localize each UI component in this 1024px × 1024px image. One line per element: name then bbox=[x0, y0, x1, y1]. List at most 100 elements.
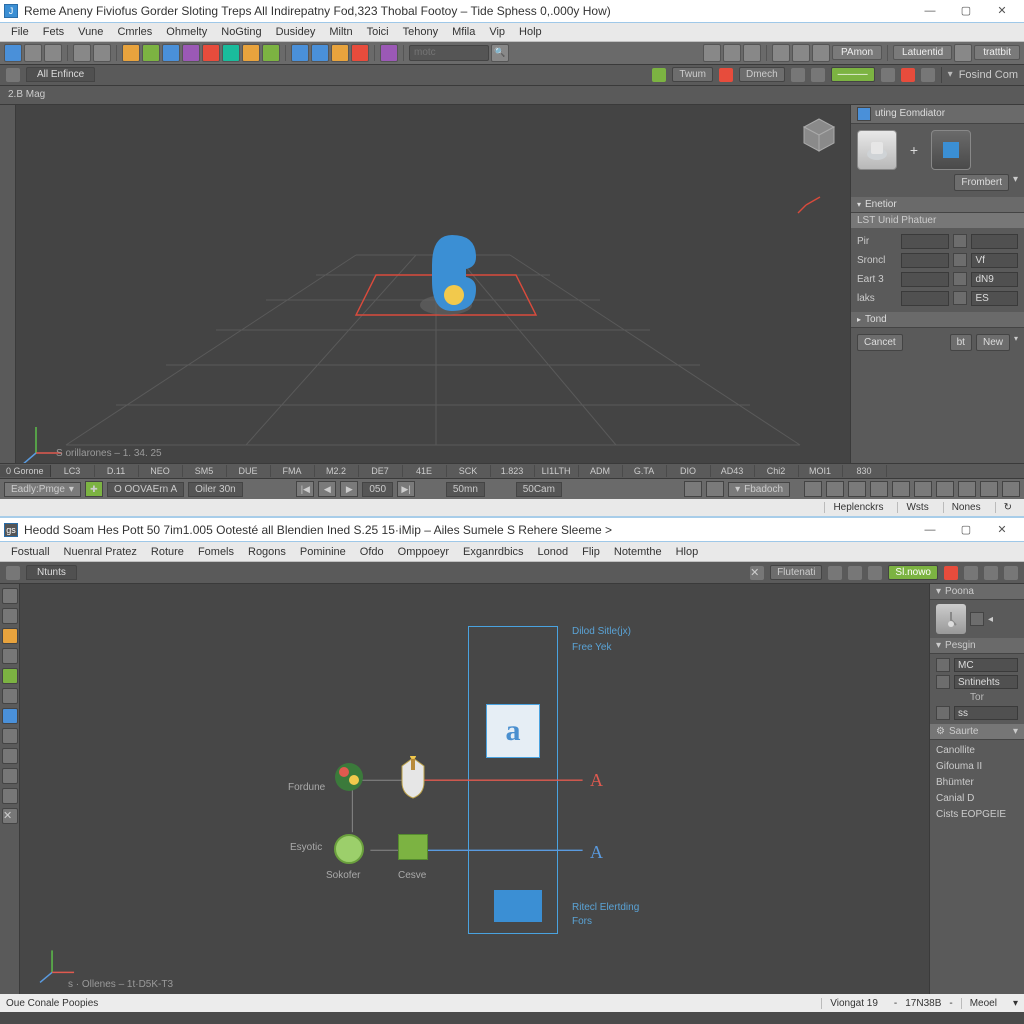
status-segment[interactable]: Heplenckrs bbox=[824, 502, 891, 513]
panel-header[interactable]: ⚙Saurte▾ bbox=[930, 724, 1024, 740]
layout-icon[interactable] bbox=[914, 481, 932, 497]
tool-icon[interactable] bbox=[380, 44, 398, 62]
text-field[interactable] bbox=[901, 291, 949, 306]
menu-item[interactable]: Fets bbox=[36, 24, 71, 40]
shelf-icon[interactable] bbox=[964, 566, 978, 580]
menu-item[interactable]: Pominine bbox=[293, 544, 353, 560]
node[interactable]: a bbox=[486, 704, 540, 758]
tool-icon[interactable] bbox=[812, 44, 830, 62]
list-item[interactable]: Cists EOPGEIE bbox=[936, 808, 1018, 821]
chevron-down-icon[interactable]: ▾ bbox=[1013, 998, 1018, 1009]
tool-icon[interactable] bbox=[4, 44, 22, 62]
option-icon[interactable] bbox=[970, 612, 984, 626]
layout-icon[interactable] bbox=[848, 481, 866, 497]
list-item[interactable]: Canial D bbox=[936, 792, 1018, 805]
shelf-icon[interactable] bbox=[719, 68, 733, 82]
tool-icon[interactable] bbox=[2, 648, 18, 664]
cancel-button[interactable]: Cancet bbox=[857, 334, 903, 351]
shelf-tab[interactable]: Ntunts bbox=[26, 565, 77, 580]
redo-icon[interactable] bbox=[93, 44, 111, 62]
picker-icon[interactable] bbox=[953, 234, 967, 248]
menu-item[interactable]: Ohmelty bbox=[159, 24, 214, 40]
menu-item[interactable]: Ofdo bbox=[353, 544, 391, 560]
spinner-prev-icon[interactable]: - bbox=[894, 998, 897, 1009]
menu-item[interactable]: Lonod bbox=[531, 544, 576, 560]
asset-thumb-icon[interactable] bbox=[936, 604, 966, 634]
frame-field[interactable]: 050 bbox=[362, 482, 393, 497]
text-field[interactable]: dN9 bbox=[971, 272, 1019, 287]
asset-thumb-icon[interactable] bbox=[931, 130, 971, 170]
shelf-icon[interactable] bbox=[848, 566, 862, 580]
menu-item[interactable]: Roture bbox=[144, 544, 191, 560]
menu-item[interactable]: Dusidey bbox=[269, 24, 323, 40]
picker-icon[interactable] bbox=[953, 272, 967, 286]
tool-icon[interactable] bbox=[2, 628, 18, 644]
tool-icon[interactable] bbox=[2, 788, 18, 804]
chevron-icon[interactable]: ◂ bbox=[988, 614, 993, 625]
tool-icon[interactable] bbox=[262, 44, 280, 62]
tool-icon[interactable] bbox=[182, 44, 200, 62]
shelf-icon[interactable] bbox=[6, 566, 20, 580]
close-button[interactable]: ✕ bbox=[984, 520, 1020, 540]
close-button[interactable]: ✕ bbox=[984, 1, 1020, 21]
layout-icon[interactable] bbox=[936, 481, 954, 497]
shelf-icon[interactable] bbox=[828, 566, 842, 580]
shelf-icon[interactable] bbox=[1004, 566, 1018, 580]
save-icon[interactable] bbox=[44, 44, 62, 62]
layout-icon[interactable] bbox=[1002, 481, 1020, 497]
field[interactable]: O OOVAErn A bbox=[107, 482, 184, 497]
node-fordune[interactable] bbox=[332, 760, 366, 794]
snap-icon[interactable] bbox=[706, 481, 724, 497]
menu-item[interactable]: Hlop bbox=[669, 544, 706, 560]
menu-item[interactable]: Tehony bbox=[396, 24, 445, 40]
menu-item[interactable]: Rogons bbox=[241, 544, 293, 560]
undo-icon[interactable] bbox=[73, 44, 91, 62]
shelf-tab[interactable]: All Enfince bbox=[26, 67, 95, 82]
shelf-button[interactable]: ——— bbox=[831, 67, 875, 82]
menu-item[interactable]: Holp bbox=[512, 24, 549, 40]
field[interactable]: 50Cam bbox=[516, 482, 562, 497]
timeline-tick[interactable]: M2.2 bbox=[315, 465, 359, 477]
play-icon[interactable]: ▶ bbox=[340, 481, 358, 497]
step-back-icon[interactable]: |◀ bbox=[296, 481, 314, 497]
timeline[interactable]: 0 Gorone LC3 D.11 NEO SM5 DUE FMA M2.2 D… bbox=[0, 463, 1024, 478]
search-icon[interactable]: 🔍 bbox=[491, 44, 509, 62]
status-segment[interactable]: Wsts bbox=[897, 502, 936, 513]
shelf-button[interactable]: Dmech bbox=[739, 67, 785, 82]
node-shield[interactable] bbox=[398, 756, 428, 800]
shelf-button[interactable]: Twum bbox=[672, 67, 713, 82]
text-field[interactable]: ES bbox=[971, 291, 1019, 306]
tool-icon[interactable] bbox=[2, 668, 18, 684]
status-segment[interactable]: Nones bbox=[943, 502, 989, 513]
timeline-tick[interactable]: DIO bbox=[667, 465, 711, 477]
tool-icon[interactable] bbox=[2, 748, 18, 764]
layout-icon[interactable] bbox=[958, 481, 976, 497]
picker-icon[interactable] bbox=[936, 675, 950, 689]
toolbar-pill[interactable]: trattbit bbox=[974, 45, 1020, 60]
open-icon[interactable] bbox=[24, 44, 42, 62]
snap-icon[interactable] bbox=[684, 481, 702, 497]
field[interactable]: 50mn bbox=[446, 482, 485, 497]
shelf-icon[interactable] bbox=[901, 68, 915, 82]
layout-icon[interactable] bbox=[980, 481, 998, 497]
minimize-button[interactable]: — bbox=[912, 520, 948, 540]
layout-icon[interactable] bbox=[826, 481, 844, 497]
tool-icon[interactable] bbox=[2, 728, 18, 744]
list-item[interactable]: Gifouma II bbox=[936, 760, 1018, 773]
status-segment[interactable]: Meoel bbox=[961, 998, 1005, 1009]
tool-icon[interactable] bbox=[723, 44, 741, 62]
tool-icon[interactable]: ✕ bbox=[2, 808, 18, 824]
new-button[interactable]: New bbox=[976, 334, 1010, 351]
text-field[interactable] bbox=[971, 234, 1019, 249]
shelf-icon[interactable] bbox=[921, 68, 935, 82]
shelf-icon[interactable] bbox=[652, 68, 666, 82]
menu-item[interactable]: Fostuall bbox=[4, 544, 57, 560]
timeline-tick[interactable]: DUE bbox=[227, 465, 271, 477]
layout-icon[interactable] bbox=[870, 481, 888, 497]
picker-icon[interactable] bbox=[953, 253, 967, 267]
timeline-tick[interactable]: ADM bbox=[579, 465, 623, 477]
close-icon[interactable]: ✕ bbox=[750, 566, 764, 580]
tool-icon[interactable] bbox=[311, 44, 329, 62]
shelf-icon[interactable] bbox=[944, 566, 958, 580]
minimize-button[interactable]: — bbox=[912, 1, 948, 21]
